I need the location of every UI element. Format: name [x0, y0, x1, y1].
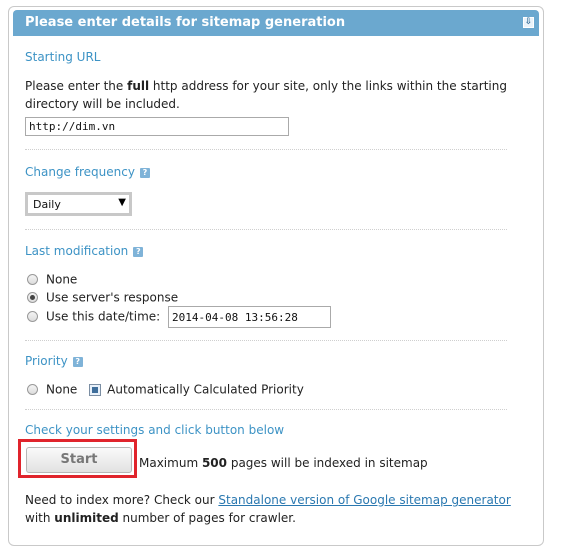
priority-auto-option[interactable]: Automatically Calculated Priority — [89, 382, 304, 397]
footer-line2-post: number of pages for crawler. — [118, 511, 296, 525]
divider — [25, 149, 507, 150]
max-count: 500 — [201, 456, 228, 470]
radio-label: None — [46, 272, 78, 287]
last-modification-title: Last modification? — [25, 244, 144, 258]
change-frequency-label: Change frequency — [25, 165, 135, 179]
start-button[interactable]: Start — [26, 447, 132, 473]
sitemap-settings-panel: Please enter details for sitemap generat… — [8, 6, 544, 546]
priority-none-option[interactable]: None — [27, 382, 78, 397]
help-icon[interactable]: ? — [72, 356, 83, 367]
radio-option-none[interactable]: None — [27, 272, 77, 287]
desc-text: Please enter the — [25, 79, 128, 93]
change-frequency-select[interactable]: Daily ▼ — [25, 192, 132, 216]
select-value: Daily — [33, 198, 61, 211]
footer-line1: Need to index more? Check our — [25, 493, 219, 507]
max-pages-text: Maximum 500 pages will be indexed in sit… — [139, 454, 428, 472]
check-settings-title: Check your settings and click button bel… — [25, 423, 285, 437]
starting-url-title: Starting URL — [25, 50, 101, 64]
max-post: pages will be indexed in sitemap — [227, 456, 428, 470]
desc-line2: directory will be included. — [25, 97, 180, 111]
priority-title: Priority? — [25, 354, 83, 368]
starting-url-input[interactable] — [25, 117, 289, 136]
starting-url-description: Please enter the full http address for y… — [25, 77, 507, 113]
help-icon[interactable]: ? — [139, 167, 150, 178]
radio-option-server-response[interactable]: Use server's response — [27, 290, 178, 305]
divider — [25, 229, 507, 230]
radio-label: Use server's response — [46, 290, 179, 305]
datetime-input[interactable] — [168, 306, 331, 328]
radio-button[interactable] — [27, 274, 38, 285]
divider — [25, 340, 507, 341]
footer-line2-pre: with — [25, 511, 55, 525]
collapse-icon[interactable]: ⇩ — [523, 17, 534, 28]
change-frequency-title: Change frequency? — [25, 165, 150, 179]
footer-line2-bold: unlimited — [54, 511, 119, 525]
footer-text: Need to index more? Check our Standalone… — [25, 491, 511, 527]
desc-text-2: http address for your site, only the lin… — [149, 79, 507, 93]
radio-label: None — [46, 382, 78, 397]
standalone-version-link[interactable]: Standalone version of Google sitemap gen… — [218, 493, 510, 507]
last-modification-label: Last modification — [25, 244, 129, 258]
radio-button[interactable] — [27, 311, 38, 322]
checkbox-label: Automatically Calculated Priority — [107, 382, 304, 397]
desc-bold: full — [127, 79, 150, 93]
help-icon[interactable]: ? — [133, 246, 144, 257]
auto-priority-checkbox[interactable] — [89, 383, 102, 396]
radio-button-selected[interactable] — [27, 292, 38, 303]
radio-option-date-time[interactable]: Use this date/time: — [27, 309, 160, 324]
radio-button[interactable] — [27, 384, 38, 395]
panel-title: Please enter details for sitemap generat… — [25, 15, 346, 30]
panel-header: Please enter details for sitemap generat… — [13, 10, 539, 36]
divider — [25, 409, 507, 410]
max-pre: Maximum — [139, 456, 202, 470]
priority-label: Priority — [25, 354, 68, 368]
dropdown-arrow-icon: ▼ — [118, 197, 126, 208]
priority-options: None Automatically Calculated Priority — [27, 382, 304, 397]
radio-label: Use this date/time: — [46, 309, 161, 324]
